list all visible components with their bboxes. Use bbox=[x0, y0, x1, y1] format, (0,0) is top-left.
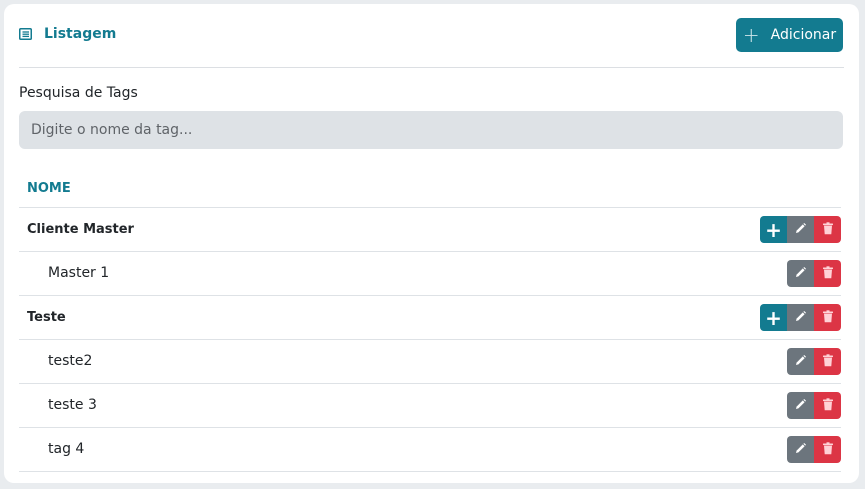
plus-icon: + bbox=[742, 23, 760, 47]
table-row: tag 4 bbox=[19, 428, 841, 472]
edit-button[interactable] bbox=[787, 392, 814, 419]
row-actions bbox=[787, 392, 841, 419]
tag-name: Cliente Master bbox=[27, 222, 134, 237]
row-actions bbox=[787, 260, 841, 287]
pencil-icon bbox=[794, 396, 807, 415]
row-actions bbox=[787, 348, 841, 375]
table-row: Teste + bbox=[19, 296, 841, 340]
delete-button[interactable] bbox=[814, 260, 841, 287]
edit-button[interactable] bbox=[787, 436, 814, 463]
trash-icon bbox=[822, 308, 834, 327]
trash-icon bbox=[822, 264, 834, 283]
search-input[interactable] bbox=[19, 111, 843, 149]
row-actions: + bbox=[760, 304, 841, 331]
trash-icon bbox=[822, 440, 834, 459]
add-child-button[interactable]: + bbox=[760, 216, 787, 243]
card-header: Listagem + Adicionar bbox=[4, 4, 859, 67]
tags-table: NOME Cliente Master + Master 1 Teste + teste2… bbox=[19, 170, 841, 472]
edit-button[interactable] bbox=[787, 260, 814, 287]
search-label: Pesquisa de Tags bbox=[19, 85, 138, 101]
plus-icon: + bbox=[765, 217, 782, 242]
tags-card: Listagem + Adicionar Pesquisa de Tags NO… bbox=[4, 4, 859, 483]
pencil-icon bbox=[794, 264, 807, 283]
pencil-icon bbox=[794, 220, 807, 239]
edit-button[interactable] bbox=[787, 304, 814, 331]
trash-icon bbox=[822, 352, 834, 371]
header-title-group: Listagem bbox=[19, 26, 116, 42]
header-divider bbox=[19, 67, 844, 68]
delete-button[interactable] bbox=[814, 216, 841, 243]
add-child-button[interactable]: + bbox=[760, 304, 787, 331]
delete-button[interactable] bbox=[814, 392, 841, 419]
tag-name: Teste bbox=[27, 310, 66, 325]
page-title: Listagem bbox=[44, 26, 117, 42]
row-actions bbox=[787, 436, 841, 463]
column-header-nome[interactable]: NOME bbox=[19, 170, 841, 208]
table-row: Master 1 bbox=[19, 252, 841, 296]
delete-button[interactable] bbox=[814, 348, 841, 375]
edit-button[interactable] bbox=[787, 348, 814, 375]
pencil-icon bbox=[794, 352, 807, 371]
pencil-icon bbox=[794, 308, 807, 327]
table-row: teste2 bbox=[19, 340, 841, 384]
table-row: Cliente Master + bbox=[19, 208, 841, 252]
trash-icon bbox=[822, 220, 834, 239]
delete-button[interactable] bbox=[814, 436, 841, 463]
tag-name: teste2 bbox=[48, 353, 93, 369]
add-tag-button[interactable]: + Adicionar bbox=[736, 18, 843, 52]
plus-icon: + bbox=[765, 305, 782, 330]
trash-icon bbox=[822, 396, 834, 415]
tag-name: tag 4 bbox=[48, 441, 85, 457]
tag-name: teste 3 bbox=[48, 397, 97, 413]
table-row: teste 3 bbox=[19, 384, 841, 428]
pencil-icon bbox=[794, 440, 807, 459]
edit-button[interactable] bbox=[787, 216, 814, 243]
add-button-label: Adicionar bbox=[770, 27, 837, 43]
list-icon bbox=[19, 28, 32, 40]
tag-name: Master 1 bbox=[48, 265, 110, 281]
row-actions: + bbox=[760, 216, 841, 243]
delete-button[interactable] bbox=[814, 304, 841, 331]
